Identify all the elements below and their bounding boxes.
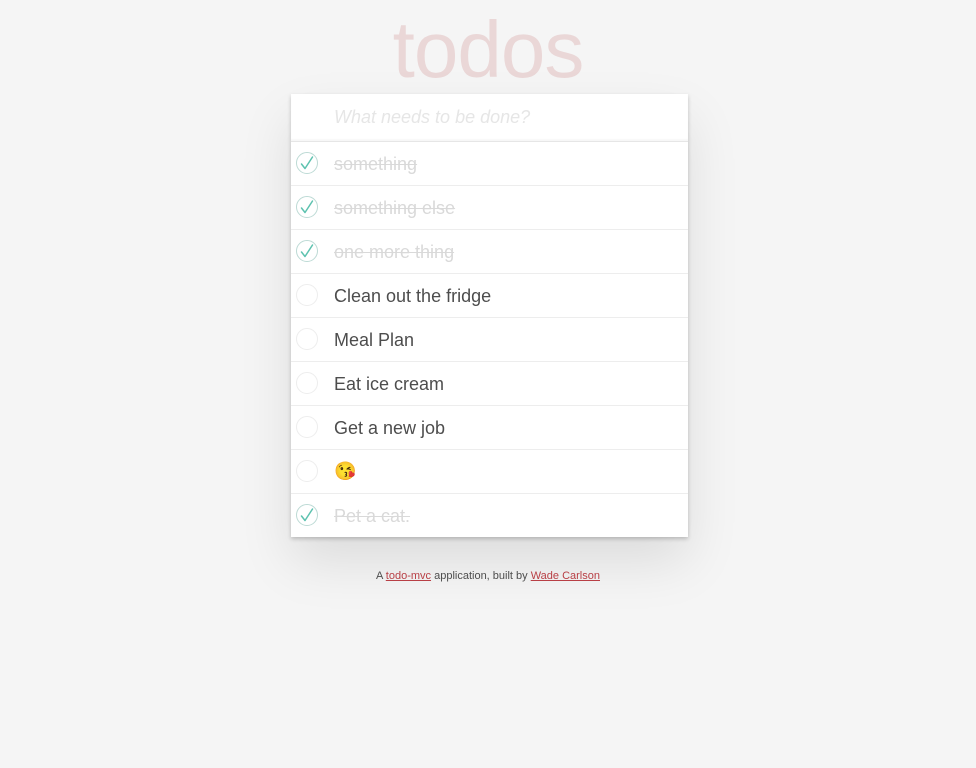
todo-label: Get a new job [334,418,446,438]
todo-item[interactable]: Eat ice cream [291,362,688,406]
empty-circle-icon[interactable] [296,460,318,482]
todo-label: one more thing [334,242,455,262]
todo-label: Pet a cat. [334,506,411,526]
empty-circle-icon[interactable] [296,284,318,306]
todo-item[interactable]: something [291,142,688,186]
empty-circle-icon[interactable] [296,328,318,350]
todo-mvc-link[interactable]: todo-mvc [386,570,431,582]
todo-label: Eat ice cream [334,374,445,394]
todo-item[interactable]: one more thing [291,230,688,274]
empty-circle-icon[interactable] [296,416,318,438]
todo-item[interactable]: something else [291,186,688,230]
todo-label: 😘 [334,461,357,482]
todo-label: Clean out the fridge [334,286,492,306]
todo-item[interactable]: Get a new job [291,406,688,450]
checkmark-icon[interactable] [296,504,318,526]
footer-info: A todo-mvc application, built by Wade Ca… [0,569,976,583]
todo-item[interactable]: Meal Plan [291,318,688,362]
todo-app: something something else one more thing Cle… [291,94,688,537]
footer-prefix: A [375,570,386,582]
author-link[interactable]: Wade Carlson [531,570,600,582]
todo-item[interactable]: 😘 [291,450,688,494]
new-todo-input[interactable] [291,94,688,141]
todo-item[interactable]: Pet a cat. [291,494,688,537]
todo-item[interactable]: Clean out the fridge [291,274,688,318]
checkmark-icon[interactable] [296,196,318,218]
todo-list: something something else one more thing Cle… [291,142,688,537]
new-todo-row [291,94,688,142]
empty-circle-icon[interactable] [296,372,318,394]
footer-middle: application, built by [431,570,531,582]
checkmark-icon[interactable] [296,152,318,174]
todo-label: something else [334,198,456,218]
todo-label: Meal Plan [334,330,415,350]
todo-label: something [334,154,418,174]
checkmark-icon[interactable] [296,240,318,262]
app-title: todos [392,5,585,94]
